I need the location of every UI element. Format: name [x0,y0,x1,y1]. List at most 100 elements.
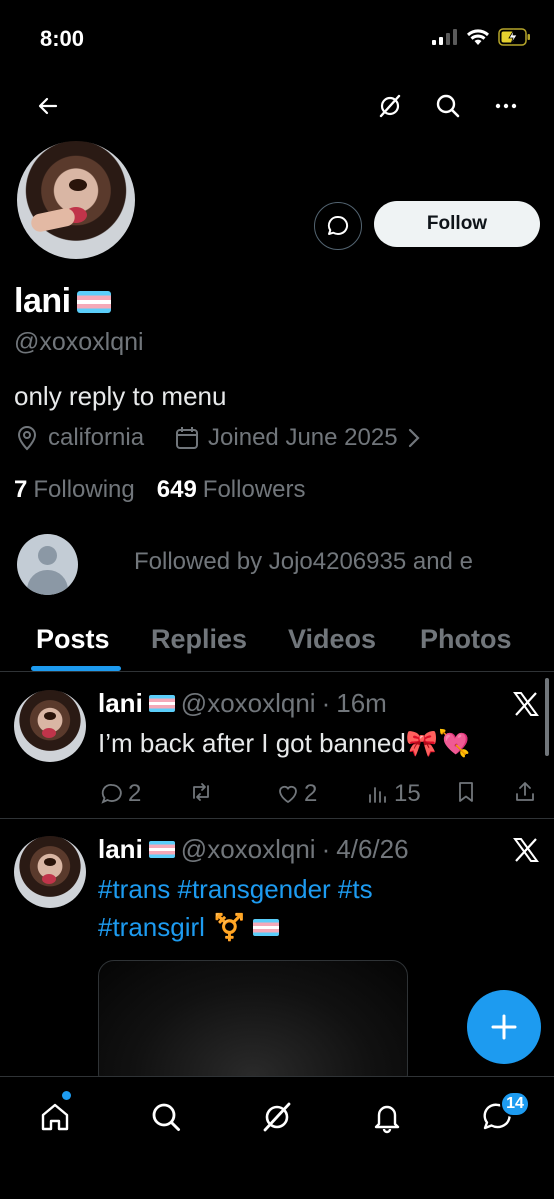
bookmark-icon [459,782,473,802]
tab-videos[interactable]: Videos [288,624,376,655]
search-button[interactable] [428,86,468,126]
more-button[interactable] [486,86,526,126]
post-author-name[interactable]: lani [98,834,143,865]
followed-by-text[interactable]: Followed by Jojo4206935 and e [134,548,473,576]
like-button[interactable]: 2 [276,780,317,808]
avatar-mouth [42,874,56,884]
plus-icon [491,1014,517,1040]
followers-label[interactable]: Followers [203,476,306,504]
reply-icon [101,784,122,804]
following-count[interactable]: 7 [14,476,27,504]
grok-icon [263,1102,291,1132]
trans-flag-icon [76,290,111,313]
share-icon [516,782,534,801]
default-avatar-head [38,546,57,565]
post-divider [0,818,554,819]
followed-by-avatar[interactable] [17,534,78,595]
post-avatar[interactable] [14,836,86,908]
tabs-divider [0,671,554,672]
tab-posts[interactable]: Posts [36,624,110,655]
calendar-icon [176,427,199,449]
repost-button[interactable] [188,780,218,804]
display-name-text: lani [14,282,71,320]
signal-icon [432,29,457,45]
home-notification-dot [62,1091,71,1100]
avatar-mouth [42,728,56,738]
tab-replies[interactable]: Replies [151,624,247,655]
messages-badge: 14 [500,1091,530,1117]
joined-text: Joined June 2025 [208,424,398,451]
post-time[interactable]: 4/6/26 [336,834,408,865]
trans-flag-icon [148,695,175,712]
post-media[interactable] [98,960,408,1090]
search-icon [436,94,460,118]
grok-button[interactable] [370,86,410,126]
reply-button[interactable]: 2 [100,780,141,808]
post-author-handle[interactable]: @xoxoxlqni [181,688,316,719]
reply-count: 2 [128,780,142,807]
follow-button[interactable]: Follow [374,201,540,247]
trans-flag-icon [148,841,175,858]
analytics-icon [369,787,386,803]
post-separator: · [321,688,331,718]
profile-avatar[interactable] [14,138,138,262]
trans-flag-icon [253,918,280,936]
following-label[interactable]: Following [33,476,134,504]
post-author-handle[interactable]: @xoxoxlqni [181,834,316,865]
nav-home[interactable] [35,1097,75,1137]
post-author-name[interactable]: lani [98,688,143,719]
post-body: I’m back after I got banned [98,728,406,758]
bell-icon [374,1105,400,1134]
scrollbar[interactable] [545,678,549,756]
status-icons [432,28,532,46]
ribbon-heart-emoji: 🎀💘 [405,728,471,758]
compose-post-button[interactable] [467,990,541,1064]
more-icon [495,103,517,109]
bookmark-button[interactable] [455,780,477,804]
post-header: lani @xoxoxlqni · 16m [98,688,387,719]
chevron-right-icon [408,428,420,448]
location-text: california [48,424,145,451]
avatar-filter-nose [44,712,56,720]
views-count: 15 [394,780,421,807]
follow-counts[interactable]: 7 Following 649 Followers [14,476,306,504]
heart-icon [279,785,297,804]
nav-search[interactable] [146,1097,186,1137]
post-separator: · [321,834,331,864]
profile-bio: only reply to menu [14,381,227,411]
default-avatar-body [27,570,68,595]
share-button[interactable] [514,780,536,804]
search-icon [152,1103,180,1131]
profile-handle: @xoxoxlqni [14,328,144,356]
hashtag-line[interactable]: #transgirl [98,908,205,946]
location-pin-icon [17,425,37,451]
nav-grok[interactable] [257,1097,297,1137]
hashtag-line[interactable]: #trans #transgender #ts [98,870,528,908]
status-time: 8:00 [40,26,85,51]
post-header: lani @xoxoxlqni · 4/6/26 [98,834,409,865]
nav-notifications[interactable] [367,1097,407,1137]
x-logo-icon [513,838,539,862]
message-button[interactable] [314,202,362,250]
wifi-icon [467,29,489,45]
bottom-nav: 14 [0,1076,554,1199]
views-button[interactable]: 15 [366,780,421,808]
repost-icon [193,783,209,801]
profile-meta: california Joined June 2025 [14,424,422,452]
post-time[interactable]: 16m [336,688,387,719]
avatar-filter-nose [69,179,87,191]
message-bubble-icon [327,215,349,235]
avatar-finger [29,206,77,234]
post-text: #trans #transgender #ts #transgirl ⚧️ [98,870,528,946]
post-avatar[interactable] [14,690,86,762]
battery-charging-icon [498,28,530,46]
tab-photos[interactable]: Photos [420,624,512,655]
home-icon [41,1103,69,1131]
post-text: I’m back after I got banned🎀💘 [98,724,471,762]
post-actions: 2 2 15 [0,778,554,812]
transgender-symbol-emoji: ⚧️ [212,912,246,942]
profile-display-name: lani [14,282,111,321]
followers-count[interactable]: 649 [157,476,197,504]
back-button[interactable] [28,86,68,126]
x-logo-icon [513,692,539,716]
